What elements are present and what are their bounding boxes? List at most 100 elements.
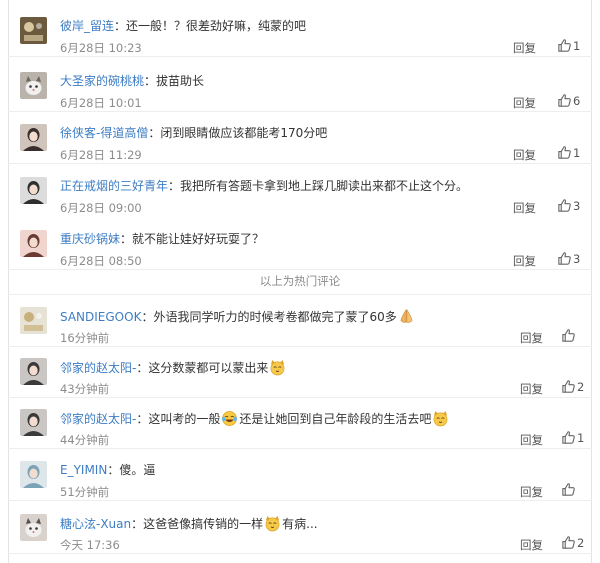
comment-text: 拔苗助长 bbox=[156, 74, 205, 88]
hot-comments-divider: 以上为热门评论 bbox=[8, 267, 592, 295]
comment-row: 正在戒烟的三好青年：我把所有答题卡拿到地上踩几脚读出来都不止这个分。 6月28日… bbox=[8, 165, 592, 217]
comment-text: 闭到眼睛做应该都能考170分吧 bbox=[160, 126, 328, 140]
like-count: 1 bbox=[573, 38, 581, 53]
comment-text: 傻。逼 bbox=[119, 463, 156, 477]
thumbs-up-icon bbox=[557, 198, 572, 213]
comment-time: 6月28日 11:29 bbox=[60, 148, 142, 162]
separator: ： bbox=[144, 74, 157, 88]
separator: ： bbox=[141, 310, 154, 324]
separator: ： bbox=[107, 463, 120, 477]
cat-emoji bbox=[264, 515, 281, 532]
comment-row: 彼岸_留连：还一般！？很差劲好嘛，纯蒙的吧 6月28日 10:23 回复 1 bbox=[8, 5, 592, 57]
like-button[interactable] bbox=[561, 482, 576, 498]
reply-button[interactable]: 回复 bbox=[513, 40, 536, 56]
user-avatar[interactable] bbox=[20, 307, 47, 334]
thumbs-up-icon bbox=[557, 93, 572, 108]
thumbs-up-icon bbox=[561, 328, 576, 343]
reply-button[interactable]: 回复 bbox=[520, 330, 543, 346]
username-link[interactable]: 正在戒烟的三好青年 bbox=[60, 179, 168, 193]
username-link[interactable]: 邻家的赵太阳- bbox=[60, 361, 136, 375]
thumbs-up-icon bbox=[561, 482, 576, 497]
comment-text-continued: 还是让她回到自己年龄段的生活去吧 bbox=[239, 412, 432, 426]
username-link[interactable]: 徐侠客-得道高僧 bbox=[60, 126, 148, 140]
separator: ： bbox=[148, 126, 161, 140]
laugh-cry-emoji bbox=[221, 410, 238, 427]
like-button[interactable]: 1 bbox=[557, 145, 580, 161]
user-avatar[interactable] bbox=[20, 409, 47, 436]
reply-button[interactable]: 回复 bbox=[513, 147, 536, 163]
reply-button[interactable]: 回复 bbox=[520, 381, 543, 397]
comment-row: 邻家的赵太阳-：这分数蒙都可以蒙出来 43分钟前 回复 2 bbox=[8, 346, 592, 398]
username-link[interactable]: 彼岸_留连 bbox=[60, 19, 114, 33]
like-count: 3 bbox=[573, 251, 581, 266]
user-avatar[interactable] bbox=[20, 514, 47, 541]
comment-row: 糖心泫-Xuan：这爸爸像搞传销的一样 有病... 今天 17:36 回复 2 bbox=[8, 502, 592, 554]
comment-row: 邻家的赵太阳-：这叫考的一般 还是让她回到自己年龄段的生活去吧 44分钟前 回复… bbox=[8, 397, 592, 449]
comment-time: 43分钟前 bbox=[60, 382, 110, 396]
cat-emoji bbox=[269, 359, 286, 376]
reply-button[interactable]: 回复 bbox=[520, 432, 543, 448]
comment-text: 这叫考的一般 bbox=[148, 412, 221, 426]
comment-text: 还一般！？很差劲好嘛，纯蒙的吧 bbox=[126, 19, 307, 33]
like-button[interactable] bbox=[561, 328, 576, 344]
comment-text-continued: 有病... bbox=[282, 517, 318, 531]
separator: ： bbox=[136, 412, 149, 426]
like-button[interactable]: 1 bbox=[557, 38, 580, 54]
username-link[interactable]: 大圣家的碗桃桃 bbox=[60, 74, 144, 88]
comment-text: 我把所有答题卡拿到地上踩几脚读出来都不止这个分。 bbox=[180, 179, 469, 193]
like-button[interactable]: 3 bbox=[557, 198, 580, 214]
like-button[interactable]: 6 bbox=[557, 93, 580, 109]
like-count: 2 bbox=[577, 535, 585, 550]
separator: ： bbox=[131, 517, 144, 531]
like-button[interactable]: 1 bbox=[561, 430, 584, 446]
username-link[interactable]: 糖心泫-Xuan bbox=[60, 517, 131, 531]
reply-button[interactable]: 回复 bbox=[513, 95, 536, 111]
like-count: 2 bbox=[577, 379, 585, 394]
comment-time: 51分钟前 bbox=[60, 485, 110, 499]
thumbs-up-icon bbox=[561, 379, 576, 394]
comment-time: 6月28日 09:00 bbox=[60, 201, 142, 215]
username-link[interactable]: SANDIEGOOK bbox=[60, 310, 141, 324]
comment-time: 6月28日 10:01 bbox=[60, 96, 142, 110]
like-count: 3 bbox=[573, 198, 581, 213]
like-button[interactable]: 2 bbox=[561, 535, 584, 551]
comment-row: SANDIEGOOK：外语我同学听力的时候考卷都做完了蒙了60多 16分钟前 回… bbox=[8, 295, 592, 347]
pray-emoji bbox=[398, 308, 415, 325]
username-link[interactable]: 重庆砂锅妹 bbox=[60, 232, 120, 246]
username-link[interactable]: E_YIMIN bbox=[60, 463, 107, 477]
comment-row: E_YIMIN：傻。逼 51分钟前 回复 bbox=[8, 449, 592, 501]
username-link[interactable]: 邻家的赵太阳- bbox=[60, 412, 136, 426]
comment-time: 44分钟前 bbox=[60, 433, 110, 447]
comment-time: 6月28日 10:23 bbox=[60, 41, 142, 55]
reply-button[interactable]: 回复 bbox=[520, 484, 543, 500]
reply-button[interactable]: 回复 bbox=[513, 200, 536, 216]
user-avatar[interactable] bbox=[20, 72, 47, 99]
separator: ： bbox=[114, 19, 127, 33]
user-avatar[interactable] bbox=[20, 177, 47, 204]
reply-button[interactable]: 回复 bbox=[520, 537, 543, 553]
comment-text: 这爸爸像搞传销的一样 bbox=[143, 517, 264, 531]
comment-time: 16分钟前 bbox=[60, 331, 110, 345]
thumbs-up-icon bbox=[557, 251, 572, 266]
thumbs-up-icon bbox=[561, 430, 576, 445]
comment-row: 重庆砂锅妹：就不能让娃好好玩耍了？ 6月28日 08:50 回复 3 bbox=[8, 218, 592, 270]
user-avatar[interactable] bbox=[20, 461, 47, 488]
thumbs-up-icon bbox=[557, 38, 572, 53]
user-avatar[interactable] bbox=[20, 358, 47, 385]
comment-row: 大圣家的碗桃桃：拔苗助长 6月28日 10:01 回复 6 bbox=[8, 60, 592, 112]
user-avatar[interactable] bbox=[20, 230, 47, 257]
separator: ： bbox=[120, 232, 133, 246]
comment-text: 这分数蒙都可以蒙出来 bbox=[148, 361, 269, 375]
comment-text: 外语我同学听力的时候考卷都做完了蒙了60多 bbox=[153, 310, 397, 324]
separator: ： bbox=[168, 179, 181, 193]
like-button[interactable]: 2 bbox=[561, 379, 584, 395]
comment-text: 就不能让娃好好玩耍了？ bbox=[132, 232, 265, 246]
user-avatar[interactable] bbox=[20, 17, 47, 44]
thumbs-up-icon bbox=[561, 535, 576, 550]
user-avatar[interactable] bbox=[20, 124, 47, 151]
like-button[interactable]: 3 bbox=[557, 251, 580, 267]
separator: ： bbox=[136, 361, 149, 375]
comment-row: 徐侠客-得道高僧：闭到眼睛做应该都能考170分吧 6月28日 11:29 回复 … bbox=[8, 112, 592, 164]
like-count: 1 bbox=[577, 430, 585, 445]
like-count: 6 bbox=[573, 93, 581, 108]
